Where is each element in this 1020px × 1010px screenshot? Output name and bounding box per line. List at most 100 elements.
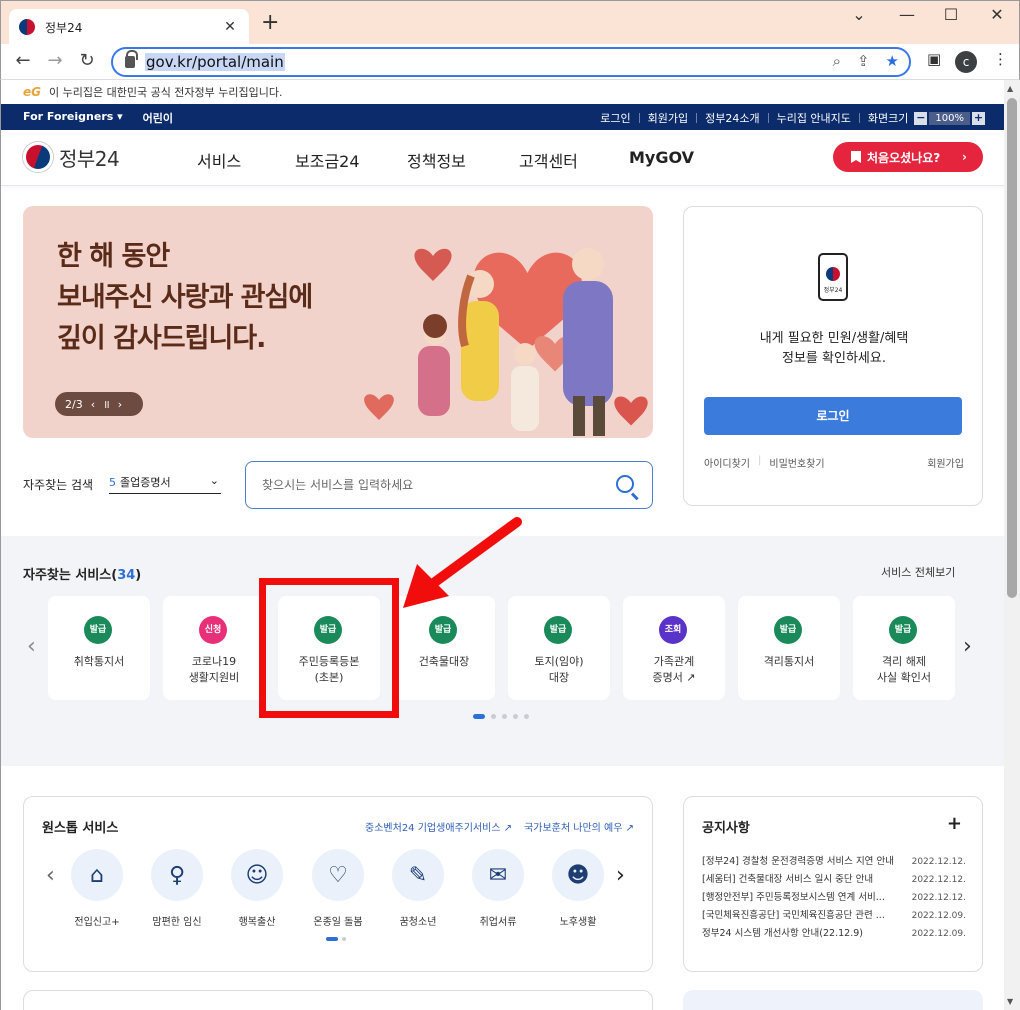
minimize-button[interactable]: — (889, 5, 925, 24)
service-name: 토지(임야) 대장 (534, 655, 584, 684)
close-window-button[interactable]: ✕ (979, 5, 1015, 24)
login-message: 내게 필요한 민원/생활/혜택 정보를 확인하세요. (684, 329, 984, 369)
notice-item-title[interactable]: [국민체육진흥공단] 국민체육진흥공단 관련 ... (702, 907, 912, 925)
zoom-icon[interactable]: ⌕ (833, 52, 841, 70)
page-dot[interactable] (524, 714, 529, 719)
egov-logo-icon: eG (23, 85, 41, 99)
onestop-item[interactable]: ✎ 꿈청소년 (383, 849, 453, 928)
scroll-down-icon[interactable]: ▼ (1007, 997, 1013, 1006)
service-card[interactable]: 조회 가족관계 증명서 ↗ (623, 596, 725, 700)
notice-item-title[interactable]: [세움터] 건축물대장 서비스 일시 중단 안내 (702, 871, 912, 889)
notice-item-title[interactable]: 정부24 시스템 개선사항 안내(22.12.9) (702, 925, 912, 943)
onestop-item[interactable]: ☺ 행복출산 (222, 849, 292, 928)
notice-item[interactable]: [행정안전부] 주민등록정보시스템 연계 서비... 2022.12.12. (702, 889, 966, 907)
kids-link[interactable]: 어린이 (143, 110, 173, 126)
menu-subsidy[interactable]: 보조금24 (295, 148, 360, 172)
scroll-up-icon[interactable]: ▲ (1007, 84, 1013, 93)
notice-item[interactable]: [국민체육진흥공단] 국민체육진흥공단 관련 ... 2022.12.09. (702, 907, 966, 925)
menu-services[interactable]: 서비스 (197, 148, 241, 172)
about-link[interactable]: 정부24소개 (705, 110, 759, 126)
lock-icon[interactable] (125, 50, 138, 68)
search-icon[interactable] (616, 475, 634, 493)
onestop-item[interactable]: ✉ 취업서류 (463, 849, 533, 928)
signup-link-card[interactable]: 회원가입 (927, 455, 964, 470)
onestop-item[interactable]: ⌂ 전입신고+ (62, 849, 132, 928)
notice-item[interactable]: [정부24] 경찰청 운전경력증명 서비스 지연 안내 2022.12.12. (702, 853, 966, 871)
gov-notice-text[interactable]: 이 누리집은 대한민국 공식 전자정부 누리집입니다. (49, 84, 283, 100)
page-dot[interactable] (326, 937, 338, 941)
signup-link[interactable]: 회원가입 (648, 110, 688, 126)
bookmark-star-icon[interactable]: ★ (886, 52, 899, 70)
banner-pause-icon[interactable]: ॥ (103, 397, 110, 412)
reload-icon[interactable]: ↻ (75, 50, 99, 74)
onestop-item-label: 전입신고+ (74, 917, 120, 928)
menu-mygov[interactable]: MyGOV (629, 148, 694, 167)
service-card[interactable]: 발급 격리통지서 (738, 596, 840, 700)
services-prev-icon[interactable]: ‹ (27, 634, 36, 659)
find-password-link[interactable]: 비밀번호찾기 (769, 455, 824, 470)
kebab-menu-icon[interactable]: ⋮ (993, 50, 1008, 68)
page-dot[interactable] (513, 714, 518, 719)
sitemap-link[interactable]: 누리집 안내지도 (777, 110, 851, 126)
browser-tab[interactable]: 정부24 ✕ (9, 9, 249, 45)
banner-prev-icon[interactable]: ‹ (91, 398, 95, 411)
view-all-services-link[interactable]: 서비스 전체보기 (881, 564, 955, 580)
service-badge: 신청 (199, 616, 227, 644)
page-dot[interactable] (502, 714, 507, 719)
banner-next-icon[interactable]: › (118, 398, 122, 411)
popular-search-dropdown[interactable]: 5 졸업증명서 ⌄ (109, 474, 221, 494)
tab-close-icon[interactable]: ✕ (221, 19, 239, 35)
notice-item-title[interactable]: [정부24] 경찰청 운전경력증명 서비스 지연 안내 (702, 853, 912, 871)
profile-avatar[interactable]: c (955, 51, 977, 73)
side-panel-icon[interactable]: ▣ (927, 50, 941, 68)
zoom-out-button[interactable]: − (914, 111, 928, 125)
first-visit-button[interactable]: 처음오셨나요? › (833, 142, 983, 172)
back-arrow-icon[interactable]: ← (11, 50, 35, 74)
page-dot[interactable] (473, 714, 485, 719)
tab-search-icon[interactable]: ⌄ (841, 5, 877, 24)
notice-item[interactable]: [세움터] 건축물대장 서비스 일시 중단 안내 2022.12.12. (702, 871, 966, 889)
new-tab-button[interactable]: + (261, 12, 279, 34)
onestop-item[interactable]: ♡ 온종일 돌봄 (303, 849, 373, 928)
onestop-prev-icon[interactable]: ‹ (46, 863, 55, 888)
chevron-right-icon: › (962, 150, 967, 164)
notice-item-date: 2022.12.09. (911, 929, 966, 939)
zoom-in-button[interactable]: + (972, 111, 985, 125)
notice-item-title[interactable]: [행정안전부] 주민등록정보시스템 연계 서비... (702, 889, 912, 907)
services-next-icon[interactable]: › (963, 634, 972, 659)
gov24-logo[interactable]: 정부24 (23, 142, 120, 172)
notice-item[interactable]: 정부24 시스템 개선사항 안내(22.12.9) 2022.12.09. (702, 925, 966, 943)
find-id-link[interactable]: 아이디찾기 (704, 455, 750, 470)
service-badge: 발급 (84, 616, 112, 644)
page-dot[interactable] (491, 714, 496, 719)
notice-more-icon[interactable]: + (947, 813, 962, 834)
service-name: 격리 해제 사실 확인서 (876, 655, 932, 684)
login-button[interactable]: 로그인 (704, 397, 962, 435)
onestop-item[interactable]: ♀ 맘편한 임신 (142, 849, 212, 928)
scrollbar-thumb[interactable] (1007, 98, 1017, 598)
first-visit-label: 처음오셨나요? (867, 150, 941, 165)
maximize-button[interactable]: ☐ (933, 5, 969, 24)
service-card[interactable]: 발급 취학통지서 (48, 596, 150, 700)
for-foreigners-link[interactable]: For Foreigners ▾ (23, 110, 123, 126)
menu-customer-center[interactable]: 고객센터 (519, 148, 578, 172)
login-message-line-2: 정보를 확인하세요. (782, 351, 886, 366)
service-card[interactable]: 신청 코로나19 생활지원비 (163, 596, 265, 700)
menu-policy[interactable]: 정책정보 (407, 148, 466, 172)
forward-arrow-icon[interactable]: → (43, 50, 67, 74)
page-dot[interactable] (342, 937, 346, 941)
address-bar[interactable]: gov.kr/portal/main ⌕ ⇪ ★ (111, 47, 911, 77)
popular-keyword: 졸업증명서 (120, 476, 171, 489)
url-text[interactable]: gov.kr/portal/main (145, 53, 285, 71)
onestop-item[interactable]: ☻ 노후생활 (543, 849, 613, 928)
login-link[interactable]: 로그인 (600, 110, 630, 126)
search-input[interactable] (262, 478, 582, 492)
page-scrollbar[interactable]: ▲ ▼ (1004, 80, 1020, 1010)
notice-item-date: 2022.12.12. (911, 893, 966, 903)
sme24-link[interactable]: 중소벤처24 기업생애주기서비스 ↗ (365, 819, 512, 834)
share-icon[interactable]: ⇪ (857, 52, 870, 70)
service-card[interactable]: 발급 격리 해제 사실 확인서 (853, 596, 955, 700)
veterans-link[interactable]: 국가보훈처 나만의 예우 ↗ (524, 819, 634, 834)
main-banner[interactable]: 한 해 동안 보내주신 사랑과 관심에 깊이 감사드립니다. 2/3 ‹ ॥ › (23, 206, 653, 438)
onestop-next-icon[interactable]: › (616, 863, 625, 888)
